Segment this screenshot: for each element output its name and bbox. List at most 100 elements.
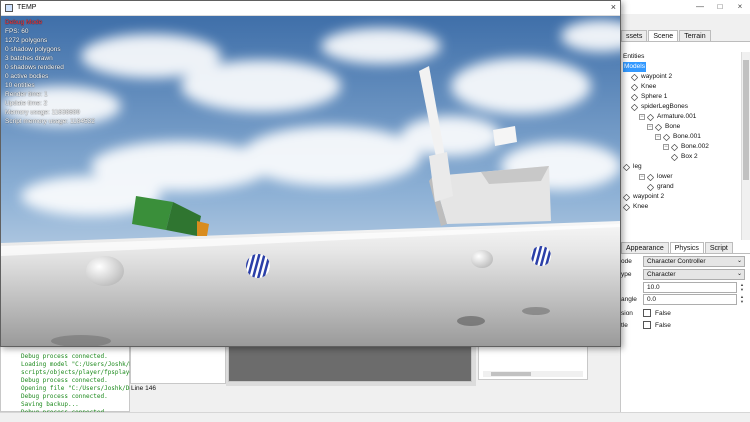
tree-item-label: lower — [657, 173, 673, 180]
list-hscrollbar[interactable] — [483, 371, 583, 377]
tree-item[interactable]: Sphere 1 — [630, 92, 668, 102]
property-label: sion — [621, 310, 633, 317]
debug-stat: 10 entities — [5, 82, 35, 89]
tab-assets[interactable]: ssets — [621, 30, 648, 41]
tab-terrain[interactable]: Terrain — [679, 30, 711, 41]
property-row: tle False — [621, 320, 750, 332]
property-number-input[interactable]: 10.0 — [643, 282, 737, 293]
tree-item-label: Box 2 — [681, 153, 698, 160]
tree-item[interactable]: − Armature.001 — [639, 112, 696, 122]
tab-script[interactable]: Script — [704, 242, 733, 253]
tree-item-label: Bone.002 — [681, 143, 709, 150]
list-pane[interactable] — [478, 346, 588, 380]
properties-tabs: Appearance Physics Script — [621, 242, 750, 254]
tab-physics[interactable]: Physics — [669, 242, 704, 253]
debug-overlay: Debug Mode FPS: 60 1272 polygons 0 shadow … — [5, 18, 95, 126]
code-pane[interactable] — [130, 346, 226, 384]
scene-panel: ssets Scene Terrain Entities Models waypoi… — [620, 30, 750, 422]
collapse-toggle-icon[interactable]: − — [663, 144, 669, 150]
property-row: ype Character ⌄ — [621, 269, 750, 281]
console-line: Loading model "C:/Users/Joshk/Do — [21, 361, 137, 368]
maximize-button[interactable]: □ — [710, 0, 730, 14]
dropdown-value: Character Controller — [647, 258, 706, 265]
entity-icon — [622, 193, 631, 201]
tree-item[interactable]: Models — [623, 62, 646, 72]
tree-item[interactable]: − Bone — [647, 122, 680, 132]
tab-appearance[interactable]: Appearance — [621, 242, 669, 253]
scene-tree-scrollbar[interactable] — [741, 52, 750, 240]
tree-item[interactable]: − lower — [639, 172, 673, 182]
entity-icon — [646, 183, 655, 191]
tree-item[interactable]: waypoint 2 — [630, 72, 673, 82]
close-button[interactable]: × — [730, 0, 750, 14]
tree-item-label: leg — [633, 163, 642, 170]
tree-item[interactable]: − Bone.001 — [655, 132, 701, 142]
property-dropdown[interactable]: Character ⌄ — [643, 269, 745, 280]
tree-item[interactable]: spiderLegBones — [630, 102, 688, 112]
tree-item[interactable]: grand — [646, 182, 674, 192]
spinner-icon[interactable]: ▲ ▼ — [739, 282, 745, 293]
tree-item[interactable]: − Bone.002 — [663, 142, 709, 152]
collapse-toggle-icon[interactable]: − — [647, 124, 653, 130]
tree-item[interactable]: Knee — [630, 82, 657, 92]
tree-item[interactable]: Box 2 — [670, 152, 698, 162]
tree-item-label: waypoint 2 — [641, 73, 673, 80]
close-button[interactable]: × — [611, 2, 616, 12]
preview-pane — [228, 346, 472, 382]
debug-stat: Memory usage: 11838889 — [5, 109, 81, 116]
spinner-icon[interactable]: ▲ ▼ — [739, 294, 745, 305]
tree-item-label: Bone.001 — [673, 133, 701, 140]
entity-icon — [630, 103, 639, 111]
collapse-toggle-icon[interactable]: − — [655, 134, 661, 140]
shadow — [522, 307, 550, 315]
tab-scene[interactable]: Scene — [648, 30, 679, 41]
minimize-button[interactable]: — — [690, 0, 710, 14]
entity-icon — [630, 73, 639, 81]
console-scrollbar[interactable] — [578, 384, 586, 412]
entity-icon — [646, 113, 655, 121]
dropdown-value: Character — [647, 271, 676, 278]
game-titlebar[interactable]: TEMP × — [1, 1, 620, 16]
chevron-down-icon: ⌄ — [736, 258, 742, 264]
debug-stat: 0 active bodies — [5, 73, 49, 80]
checkbox-label: False — [655, 322, 671, 329]
console-line: scripts/objects/player/fpsplayer — [21, 369, 137, 376]
debug-stat: Script memory usage: 1184532 — [5, 118, 95, 125]
tree-item-label: Knee — [641, 83, 657, 90]
white-sphere — [471, 250, 493, 268]
desktop: — □ × ssets Scene Terrain Entities Models… — [0, 0, 750, 422]
tree-item-label: Bone — [665, 123, 681, 130]
console-line: Debug process connected. — [21, 393, 108, 400]
console-line: Debug process connected. — [21, 377, 108, 384]
checkbox-label: False — [655, 310, 671, 317]
shadow — [457, 316, 485, 326]
tree-item-label: grand — [657, 183, 674, 190]
editor-window-controls: — □ × — [690, 0, 750, 14]
collapse-toggle-icon[interactable]: − — [639, 114, 645, 120]
entity-icon — [646, 173, 655, 181]
app-icon — [5, 4, 13, 12]
tree-item[interactable]: Entities — [623, 52, 644, 62]
scrollbar-thumb[interactable] — [743, 60, 749, 180]
entity-icon — [622, 163, 631, 171]
scene-tree[interactable]: Entities Models waypoint 2 Knee Sphere 1 spid… — [621, 52, 741, 240]
tree-item-label: Entities — [623, 53, 645, 60]
tree-item[interactable]: Knee — [622, 202, 648, 212]
entity-icon — [630, 83, 639, 91]
tree-item-label: Armature.001 — [657, 113, 697, 120]
property-number-input[interactable]: 0.0 — [643, 294, 737, 305]
console-line: Saving backup... — [21, 401, 79, 408]
scrollbar-thumb[interactable] — [491, 372, 531, 376]
tree-item-label: Sphere 1 — [641, 93, 668, 100]
game-viewport[interactable]: Debug Mode FPS: 60 1272 polygons 0 shadow … — [1, 16, 620, 346]
property-checkbox[interactable] — [643, 321, 651, 329]
property-label: ype — [621, 271, 632, 278]
entity-icon — [654, 123, 663, 131]
collapse-toggle-icon[interactable]: − — [639, 174, 645, 180]
tree-item[interactable]: leg — [622, 162, 642, 172]
property-dropdown[interactable]: Character Controller ⌄ — [643, 256, 745, 267]
debug-stat: FPS: 60 — [5, 28, 29, 35]
tree-item[interactable]: waypoint 2 — [622, 192, 664, 202]
line-status: Line 146 — [130, 384, 226, 394]
property-checkbox[interactable] — [643, 309, 651, 317]
